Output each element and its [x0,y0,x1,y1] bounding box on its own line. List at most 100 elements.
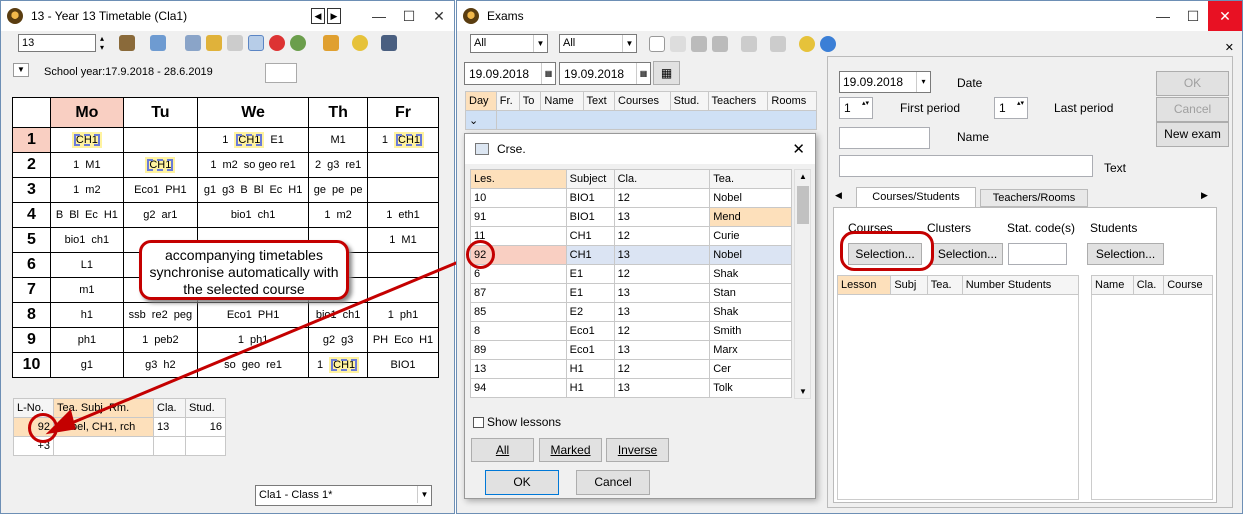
lessons-list-header[interactable]: Lesson [836,275,892,295]
exams-grid-header[interactable]: To [518,91,542,111]
students-selection-button[interactable]: Selection... [1087,243,1164,265]
course-cell[interactable]: Eco1 [565,340,615,360]
tab-next-icon[interactable]: ▶ [1201,190,1208,201]
course-cell[interactable]: E2 [565,302,615,322]
course-cell[interactable]: 13 [613,207,711,227]
course-cell[interactable]: E1 [565,264,615,284]
course-cell[interactable]: 13 [613,340,711,360]
copy-icon[interactable] [670,36,686,52]
exams-grid-header[interactable]: Courses [614,91,671,111]
exams-grid-header[interactable]: Day [465,91,497,111]
ok-button[interactable]: OK [1156,71,1229,96]
maximize-icon[interactable]: ☐ [1178,8,1208,25]
course-cell[interactable]: H1 [565,378,615,398]
ok-button[interactable]: OK [485,470,559,495]
date-to[interactable]: 19.09.2018 ▦ [559,62,651,85]
course-cell[interactable]: 13 [613,283,711,303]
tab-prev-icon[interactable]: ◀ [835,190,842,201]
exams-grid-header[interactable]: Stud. [669,91,709,111]
show-lessons-checkbox[interactable] [473,417,484,428]
course-row[interactable]: 91 BIO1 13 Mend [470,207,792,227]
close-icon[interactable]: ✕ [792,140,805,158]
close-icon[interactable]: ✕ [1208,1,1242,31]
course-table-header[interactable]: Subject [565,169,615,189]
exams-grid-header[interactable]: Rooms [767,91,817,111]
grid-row-selector[interactable]: ⌄ [465,110,497,130]
date-from[interactable]: 19.09.2018 ▦ [464,62,556,85]
clusters-selection-button[interactable]: Selection... [932,243,1003,265]
course-cell[interactable]: 12 [613,359,711,379]
lessons-list-header[interactable]: Tea. [926,275,963,295]
course-cell[interactable]: 91 [470,207,567,227]
course-cell[interactable]: Curie [709,226,792,246]
exams-grid-header[interactable]: Teachers [707,91,769,111]
course-cell[interactable]: Shak [709,264,792,284]
help-icon[interactable] [820,36,836,52]
course-cell[interactable]: BIO1 [565,188,615,208]
course-cell[interactable]: 13 [613,302,711,322]
last-period-spin[interactable]: 1 [994,97,1028,119]
scrollbar-thumb[interactable] [797,186,809,224]
course-cell[interactable]: Tolk [709,378,792,398]
course-cell[interactable]: Marx [709,340,792,360]
course-cell[interactable]: CH1 [565,245,615,265]
course-cell[interactable]: 12 [613,226,711,246]
minimize-icon[interactable]: — [1148,8,1178,24]
delete-icon[interactable] [691,36,707,52]
exams-grid-header[interactable]: Name [540,91,584,111]
course-cell[interactable]: 12 [613,321,711,341]
tab-courses-students[interactable]: Courses/Students [856,187,976,207]
course-cell[interactable]: 13 [613,245,711,265]
students-list-header[interactable]: Cla. [1132,275,1165,295]
tab-teachers-rooms[interactable]: Teachers/Rooms [980,189,1088,207]
course-cell[interactable]: Nobel [709,245,792,265]
course-row[interactable]: 11 CH1 12 Curie [470,226,792,246]
course-cell[interactable]: Stan [709,283,792,303]
students-list-header[interactable]: Course [1163,275,1213,295]
course-table-header[interactable]: Les. [470,169,567,189]
course-row[interactable]: 8 Eco1 12 Smith [470,321,792,341]
course-cell[interactable]: E1 [565,283,615,303]
course-row[interactable]: 85 E2 13 Shak [470,302,792,322]
marked-button[interactable]: Marked [539,438,602,462]
first-period-spin[interactable]: 1 [839,97,873,119]
course-cell[interactable]: 94 [470,378,567,398]
stat-code-input[interactable] [1008,243,1067,265]
course-cell[interactable]: 12 [613,264,711,284]
inverse-button[interactable]: Inverse [606,438,669,462]
students-list-header[interactable]: Name [1091,275,1134,295]
course-row[interactable]: 10 BIO1 12 Nobel [470,188,792,208]
course-cell[interactable]: CH1 [565,226,615,246]
course-cell[interactable]: Shak [709,302,792,322]
course-cell[interactable]: Cer [709,359,792,379]
course-cell[interactable]: 87 [470,283,567,303]
course-cell[interactable]: 10 [470,188,567,208]
calendar-button[interactable]: ▦ [653,61,680,85]
text-input[interactable] [839,155,1093,177]
course-table-header[interactable]: Cla. [613,169,711,189]
monitor-icon[interactable] [770,36,786,52]
course-row[interactable]: 6 E1 12 Shak [470,264,792,284]
course-cell[interactable]: 13 [613,378,711,398]
lessons-list-header[interactable]: Number Students [961,275,1080,295]
course-cell[interactable]: Nobel [709,188,792,208]
exams-grid-header[interactable]: Text [582,91,616,111]
new-exam-button[interactable]: New exam [1156,122,1229,147]
lessons-list-header[interactable]: Subj [890,275,928,295]
check-icon[interactable] [741,36,757,52]
course-cell[interactable]: Mend [709,207,792,227]
all-button[interactable]: All [471,438,534,462]
tools-icon[interactable] [712,36,728,52]
course-cell[interactable]: H1 [565,359,615,379]
exams-grid-header[interactable]: Fr. [495,91,520,111]
filter-combo-1[interactable]: All ▼ [470,34,548,53]
cancel-button[interactable]: Cancel [1156,97,1229,122]
course-cell[interactable]: 12 [613,188,711,208]
course-cell[interactable]: 8 [470,321,567,341]
course-row[interactable]: 87 E1 13 Stan [470,283,792,303]
name-input[interactable] [839,127,930,149]
course-table-scrollbar[interactable]: ▲ ▼ [794,169,811,399]
new-icon[interactable] [649,36,665,52]
cancel-button[interactable]: Cancel [576,470,650,495]
close-pane-icon[interactable]: ✕ [1225,41,1234,54]
